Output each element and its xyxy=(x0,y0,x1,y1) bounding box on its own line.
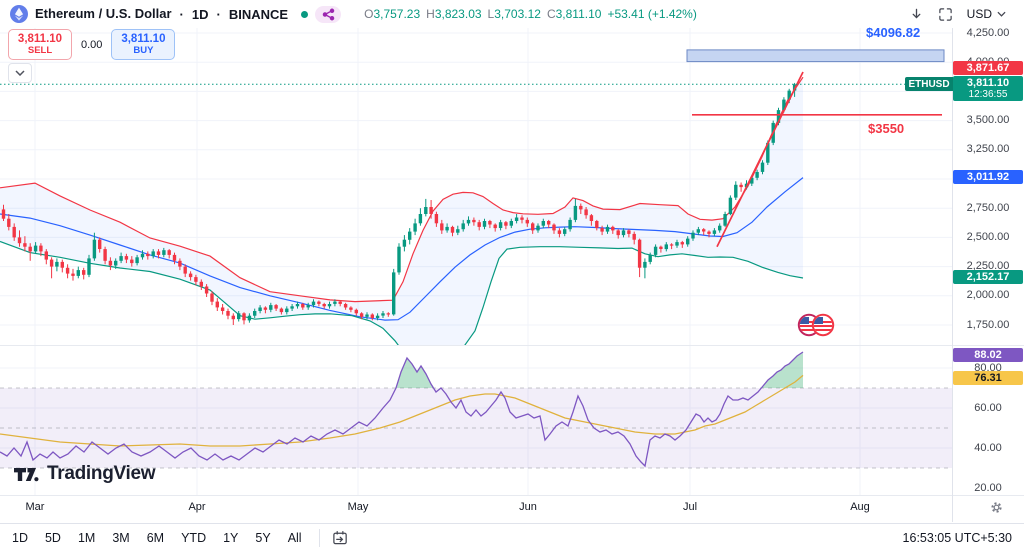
time-axis-label-apr: Apr xyxy=(188,501,206,513)
close-value: 3,811.10 xyxy=(555,7,602,21)
trade-panel: 3,811.10 SELL 0.00 3,811.10 BUY xyxy=(8,29,176,60)
fullscreen-icon[interactable] xyxy=(938,7,953,22)
main-price-chart[interactable] xyxy=(0,28,952,345)
rsi-axis-label: 60.00 xyxy=(974,401,1002,414)
tradingview-app: Ethereum / U.S. Dollar · 1D · BINANCE O3… xyxy=(0,0,1024,552)
symbol-tag: ETHUSD xyxy=(905,77,953,91)
range-button-6m[interactable]: 6M xyxy=(147,531,164,545)
price-axis-label: 2,000.00 xyxy=(966,289,1010,302)
upper-band-badge: 3,871.67 xyxy=(953,61,1023,75)
support-price-label[interactable]: $3550 xyxy=(868,121,904,136)
time-axis-label-mar: Mar xyxy=(25,501,45,513)
bar-countdown: 12:36:55 xyxy=(968,89,1008,100)
price-axis-label: 2,500.00 xyxy=(966,230,1010,243)
sell-price: 3,811.10 xyxy=(17,33,63,46)
tradingview-logo-icon xyxy=(14,467,39,481)
range-button-3m[interactable]: 3M xyxy=(112,531,129,545)
time-axis-label-aug: Aug xyxy=(850,501,870,513)
title-separator: · xyxy=(216,6,221,22)
symbol-title-text: Ethereum / U.S. Dollar xyxy=(35,6,172,21)
rsi-settings-gear-icon[interactable] xyxy=(990,501,1003,519)
collapse-panel-button[interactable] xyxy=(8,63,32,83)
range-button-5y[interactable]: 5Y xyxy=(255,531,270,545)
range-button-1y[interactable]: 1Y xyxy=(223,531,238,545)
currency-value: USD xyxy=(966,7,992,21)
target-price-label[interactable]: $4096.82 xyxy=(866,25,920,40)
sell-button[interactable]: 3,811.10 SELL xyxy=(8,29,72,60)
last-price-badge: 3,811.10 12:36:55 xyxy=(953,76,1023,101)
price-axis-label: 2,750.00 xyxy=(966,201,1010,214)
exchange-label: BINANCE xyxy=(228,6,289,22)
chart-header: Ethereum / U.S. Dollar · 1D · BINANCE O3… xyxy=(0,0,1024,28)
chevron-down-icon xyxy=(15,70,25,76)
rsi-axis-label: 20.00 xyxy=(974,481,1002,494)
buy-button[interactable]: 3,811.10 BUY xyxy=(111,29,176,60)
price-axis-label: 3,500.00 xyxy=(966,114,1010,127)
price-axis-label: 4,250.00 xyxy=(966,26,1010,39)
symbol-title[interactable]: Ethereum / U.S. Dollar xyxy=(35,5,172,23)
watermark-text: TradingView xyxy=(47,463,156,484)
bottom-toolbar: 1D 5D 1M 3M 6M YTD 1Y 5Y All 16:53:05 UTC+5:30 xyxy=(0,523,1024,552)
low-value: 3,703.12 xyxy=(494,7,541,21)
currency-flags-icon xyxy=(797,313,835,337)
change-value: +53.41 (+1.42%) xyxy=(607,7,697,21)
buy-price: 3,811.10 xyxy=(121,33,166,46)
time-axis-label-jun: Jun xyxy=(519,501,537,513)
range-button-5d[interactable]: 5D xyxy=(45,531,61,545)
ethereum-logo-icon xyxy=(10,5,28,23)
time-axis-divider xyxy=(0,495,1024,496)
range-button-all[interactable]: All xyxy=(288,531,302,545)
tradingview-watermark: TradingView xyxy=(13,463,156,485)
range-button-1d[interactable]: 1D xyxy=(12,531,28,545)
go-to-date-icon[interactable] xyxy=(332,530,349,546)
last-price-value: 3,811.10 xyxy=(966,77,1010,89)
time-axis-label-may: May xyxy=(347,501,369,513)
lower-band-badge: 2,152.17 xyxy=(953,270,1023,284)
price-axis-label: 1,750.00 xyxy=(966,318,1010,331)
high-value: 3,823.03 xyxy=(434,7,482,21)
rsi-value-badge: 88.02 xyxy=(953,348,1023,362)
spread-value: 0.00 xyxy=(81,38,103,51)
pane-divider[interactable] xyxy=(0,345,1024,346)
chevron-down-icon xyxy=(997,11,1006,17)
interval-button[interactable]: 1D xyxy=(192,7,209,22)
rsi-axis-label: 40.00 xyxy=(974,441,1002,454)
toolbar-divider xyxy=(318,529,320,547)
range-button-1m[interactable]: 1M xyxy=(78,531,95,545)
session-clock[interactable]: 16:53:05 UTC+5:30 xyxy=(903,531,1012,545)
mid-band-badge: 3,011.92 xyxy=(953,170,1023,184)
title-separator: · xyxy=(179,6,184,22)
download-icon[interactable] xyxy=(909,7,924,22)
ohlc-readout: O3,757.23 H3,823.03 L3,703.12 C3,811.10 … xyxy=(364,7,697,21)
ideas-share-icon[interactable] xyxy=(315,5,342,23)
time-axis-label-jul: Jul xyxy=(682,501,698,513)
range-button-ytd[interactable]: YTD xyxy=(181,531,206,545)
open-value: 3,757.23 xyxy=(373,7,421,21)
price-axis-label: 3,250.00 xyxy=(966,143,1010,156)
market-status-icon[interactable] xyxy=(301,10,309,18)
currency-selector[interactable]: USD xyxy=(967,7,1006,21)
rsi-ma-badge: 76.31 xyxy=(953,371,1023,385)
